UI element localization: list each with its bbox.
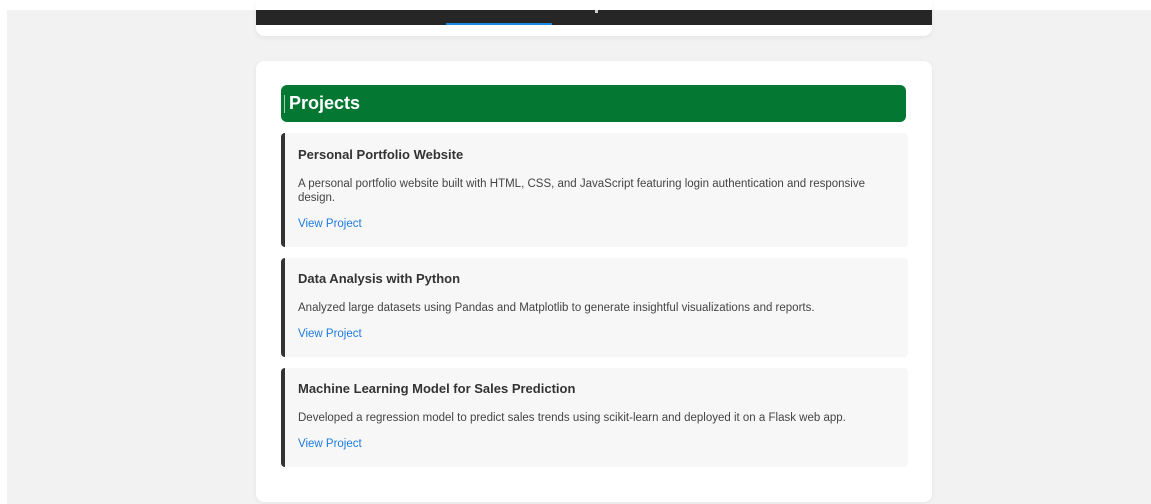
project-description: Developed a regression model to predict … [298,412,846,424]
section-title: Projects [289,93,361,113]
projects-section: Projects Personal Portfolio Website A pe… [256,61,932,502]
view-project-link[interactable]: View Project [298,218,362,230]
text-caret [284,95,285,113]
view-project-link[interactable]: View Project [298,328,362,340]
project-description: A personal portfolio website built with … [298,178,866,204]
top-navigation-bar [256,10,932,25]
top-nav-card [256,0,932,36]
project-title: Personal Portfolio Website [298,147,464,162]
projects-header: Projects [281,85,906,122]
project-card: Data Analysis with Python Analyzed large… [281,258,908,357]
project-title: Data Analysis with Python [298,271,461,286]
project-card: Personal Portfolio Website A personal po… [281,133,908,247]
project-title: Machine Learning Model for Sales Predict… [298,381,576,396]
project-description: Analyzed large datasets using Pandas and… [298,302,815,314]
nav-active-indicator[interactable] [446,23,552,25]
nav-separator [595,10,598,13]
view-project-link[interactable]: View Project [298,438,362,450]
project-card: Machine Learning Model for Sales Predict… [281,368,908,467]
